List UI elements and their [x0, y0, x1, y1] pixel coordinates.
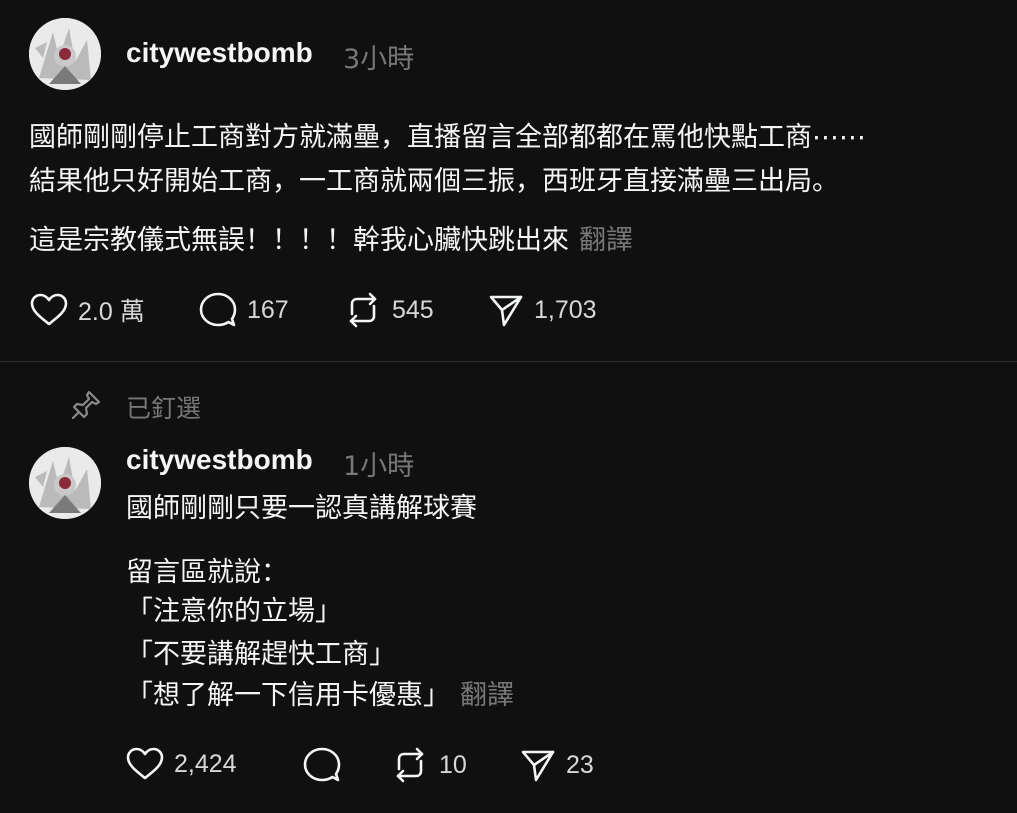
- repost-icon: [396, 747, 424, 783]
- translate-button[interactable]: 翻譯: [460, 680, 514, 711]
- post-timestamp[interactable]: 1小時: [343, 444, 414, 483]
- repost-button[interactable]: 545: [344, 292, 434, 328]
- heart-icon: [126, 747, 164, 780]
- post-username[interactable]: citywestbomb: [126, 37, 313, 69]
- avatar[interactable]: [29, 447, 101, 519]
- pinned-label: 已釘選: [126, 394, 202, 423]
- post-body-text: 「想了解一下信用卡優惠」: [126, 680, 450, 711]
- send-icon: [489, 295, 523, 327]
- avatar[interactable]: [29, 18, 101, 90]
- repost-icon: [349, 292, 377, 328]
- post-body-line: 國師剛剛停止工商對方就滿壘，直播留言全部都都在罵他快點工商⋯⋯: [29, 122, 866, 153]
- share-count: 23: [566, 750, 594, 779]
- post-body-line: 這是宗教儀式無誤！！！！幹我心臟快跳出來 翻譯: [29, 221, 633, 261]
- post-divider: [0, 361, 1017, 362]
- heart-icon: [30, 293, 68, 326]
- post-body-text: 這是宗教儀式無誤！！！！幹我心臟快跳出來: [29, 225, 569, 256]
- repost-count: 10: [439, 750, 467, 779]
- comment-button[interactable]: 167: [199, 292, 289, 328]
- comment-count: 167: [247, 295, 289, 324]
- post-body-line: 「注意你的立場」: [126, 596, 342, 627]
- comment-bubble-icon: [199, 292, 237, 327]
- like-count: 2.0 萬: [78, 298, 145, 326]
- share-count: 1,703: [534, 295, 597, 324]
- repost-button[interactable]: 10: [391, 747, 467, 783]
- post-body-line: 結果他只好開始工商，一工商就兩個三振，西班牙直接滿壘三出局。: [29, 166, 839, 197]
- translate-button[interactable]: 翻譯: [579, 225, 633, 256]
- post-body-line: 留言區就說：: [126, 557, 288, 588]
- share-button[interactable]: 1,703: [488, 292, 597, 328]
- repost-count: 545: [392, 295, 434, 324]
- post-body-line: 「想了解一下信用卡優惠」 翻譯: [126, 676, 514, 716]
- comment-button[interactable]: [303, 747, 351, 783]
- share-button[interactable]: 23: [520, 747, 594, 783]
- post-timestamp[interactable]: 3小時: [343, 37, 414, 76]
- like-count: 2,424: [174, 749, 237, 778]
- like-button[interactable]: 2,424: [126, 747, 237, 781]
- post-body-line: 國師剛剛只要一認真講解球賽: [126, 493, 477, 524]
- like-button[interactable]: 2.0 萬: [30, 292, 145, 328]
- pin-icon: [70, 389, 102, 425]
- post-body-line: 「不要講解趕快工商」: [126, 639, 396, 670]
- comment-bubble-icon: [303, 747, 341, 782]
- post-username[interactable]: citywestbomb: [126, 444, 313, 476]
- send-icon: [521, 750, 555, 782]
